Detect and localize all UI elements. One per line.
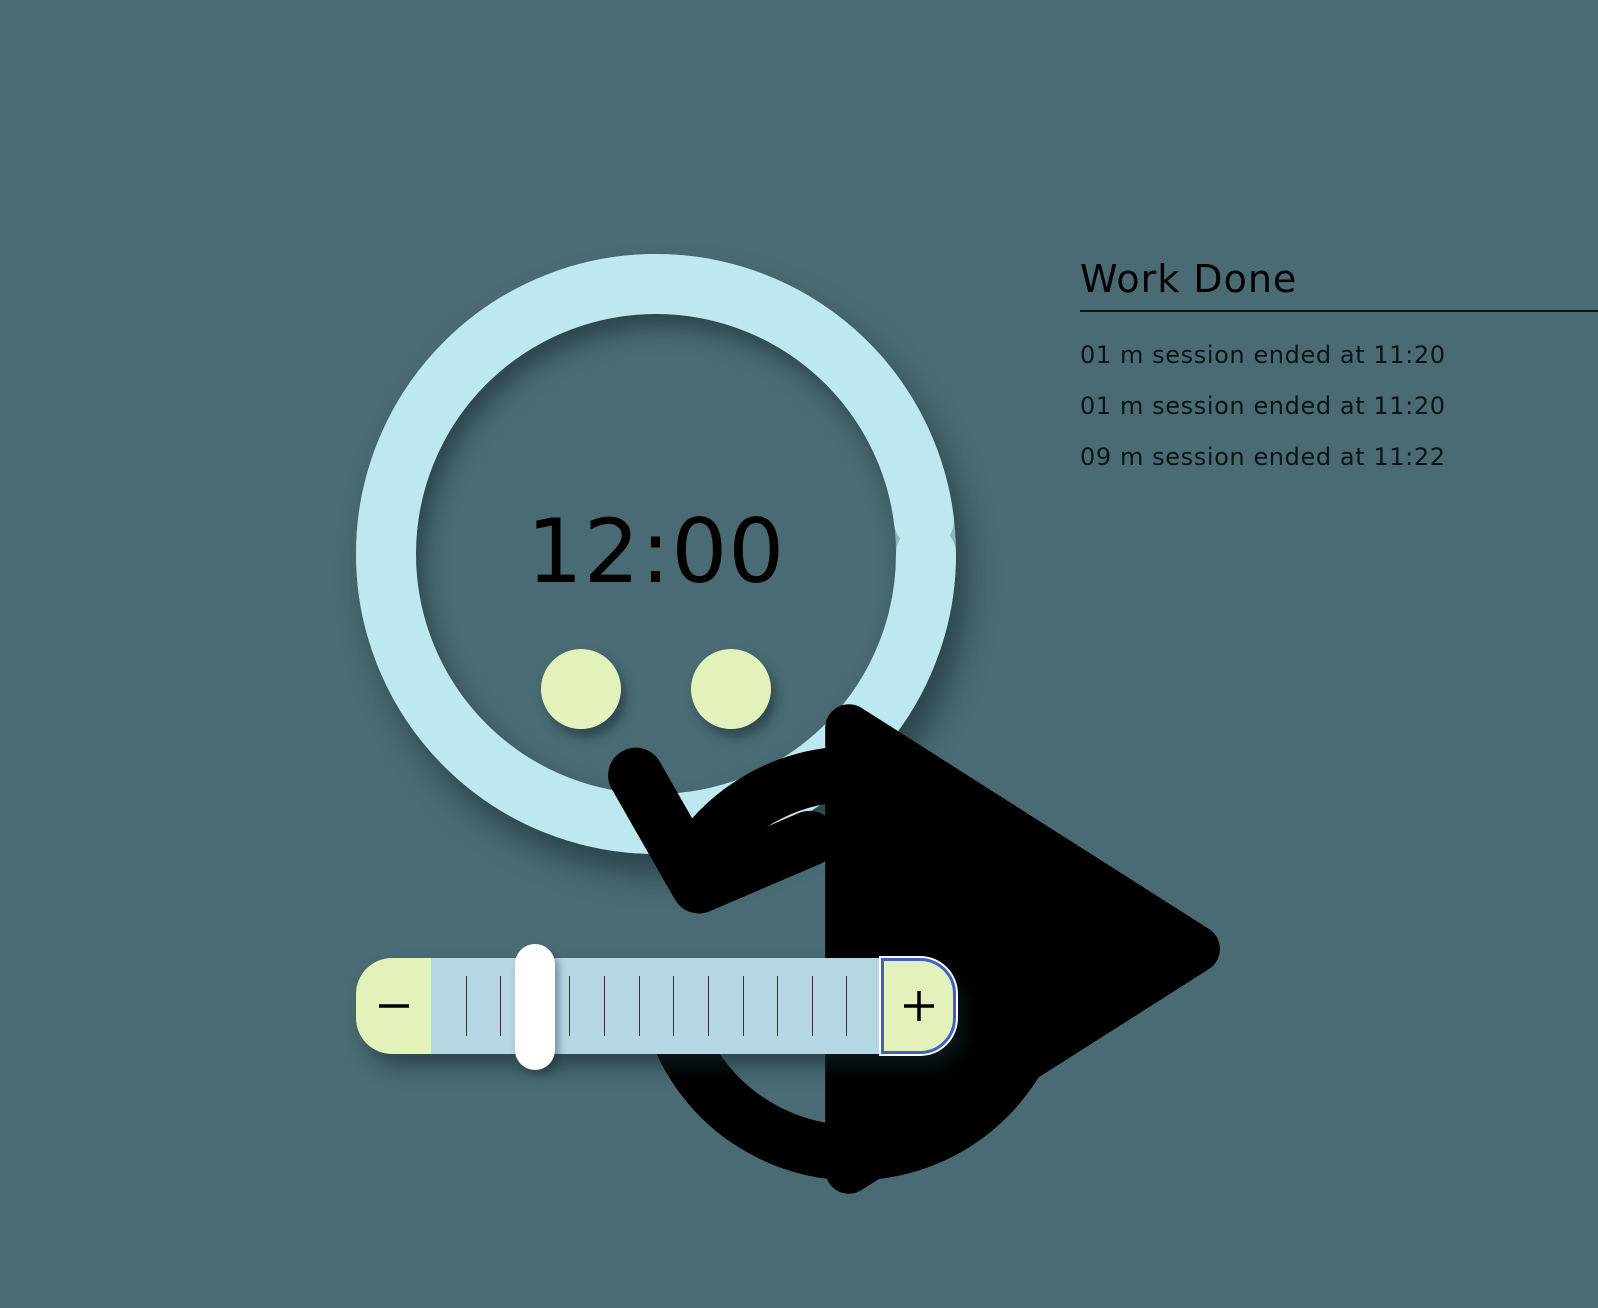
increase-button[interactable] xyxy=(881,958,956,1054)
slider-tick xyxy=(846,976,848,1036)
slider-tick xyxy=(465,976,467,1036)
slider-tick xyxy=(777,976,779,1036)
list-item: 01 m session ended at 11:20 xyxy=(1080,392,1446,420)
reset-button[interactable] xyxy=(541,649,1071,1181)
minus-icon xyxy=(378,1004,409,1008)
slider-tick xyxy=(569,976,571,1036)
time-display: 12:00 xyxy=(526,500,786,603)
work-log-title: Work Done xyxy=(1080,254,1598,312)
slider-tick xyxy=(673,976,675,1036)
slider-tick xyxy=(707,976,709,1036)
plus-icon xyxy=(903,991,934,1021)
slider-tick xyxy=(604,976,606,1036)
decrease-button[interactable] xyxy=(356,958,431,1054)
list-item: 01 m session ended at 11:20 xyxy=(1080,341,1446,369)
pomodoro-app: 12:00 Work Done 01 m session ended at 11… xyxy=(0,0,1598,1308)
duration-slider[interactable] xyxy=(356,944,956,1070)
list-item: 09 m session ended at 11:22 xyxy=(1080,443,1446,471)
play-icon xyxy=(825,704,1220,1194)
work-log: Work Done 01 m session ended at 11:20 01… xyxy=(1080,254,1598,483)
slider-track[interactable] xyxy=(431,958,881,1054)
play-button[interactable] xyxy=(691,649,1220,1194)
slider-thumb[interactable] xyxy=(514,944,555,1070)
slider-tick xyxy=(638,976,640,1036)
slider-tick xyxy=(811,976,813,1036)
work-log-list: 01 m session ended at 11:20 01 m session… xyxy=(1080,330,1598,483)
slider-tick xyxy=(500,976,502,1036)
timer-ring: 12:00 xyxy=(356,254,1220,1194)
slider-tick xyxy=(742,976,744,1036)
